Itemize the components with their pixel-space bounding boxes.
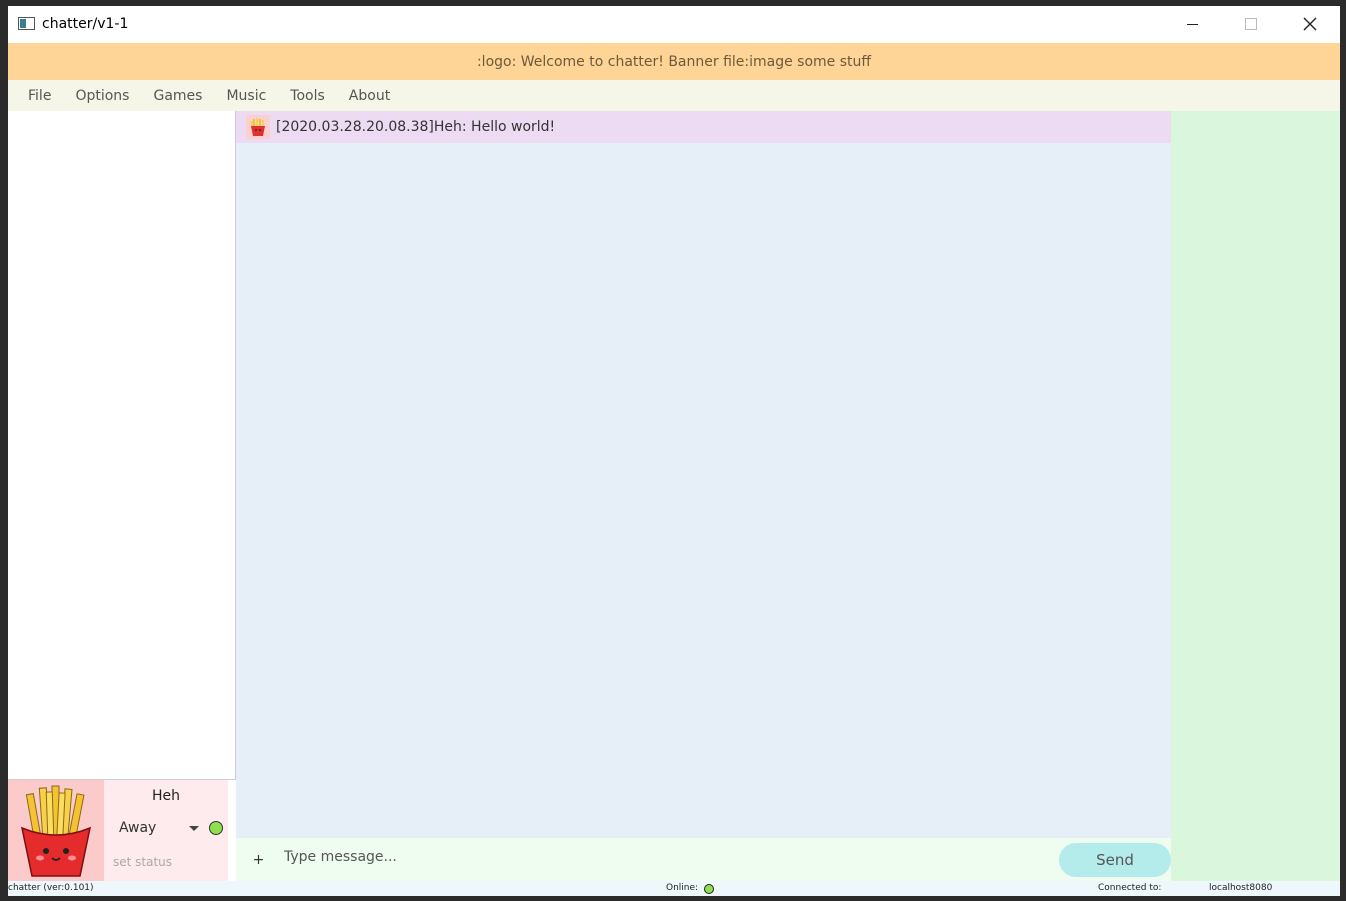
host-label: localhost8080	[1209, 883, 1273, 893]
message-input[interactable]	[284, 842, 1054, 872]
send-button[interactable]: Send	[1059, 843, 1171, 877]
close-button[interactable]	[1280, 6, 1338, 43]
online-label: Online:	[666, 883, 699, 893]
title-bar: chatter/v1-1	[8, 6, 1340, 43]
window-title: chatter/v1-1	[42, 16, 129, 32]
minimize-button[interactable]	[1164, 6, 1222, 43]
message-composer: + Send	[236, 838, 1171, 881]
fries-avatar[interactable]	[8, 780, 104, 881]
set-status-field[interactable]: set status	[113, 855, 172, 869]
status-indicator	[209, 821, 223, 835]
fries-icon	[246, 115, 270, 139]
close-icon	[1303, 17, 1317, 31]
chevron-down-icon[interactable]	[189, 826, 199, 831]
online-indicator	[704, 884, 714, 894]
user-list-panel[interactable]	[1171, 111, 1340, 881]
channel-list[interactable]	[8, 111, 236, 780]
username: Heh	[151, 788, 180, 804]
menu-options[interactable]: Options	[63, 88, 141, 104]
menu-tools[interactable]: Tools	[278, 88, 337, 104]
welcome-banner: :logo: Welcome to chatter! Banner file:i…	[8, 43, 1340, 80]
menu-about[interactable]: About	[337, 88, 402, 104]
status-bar: chatter (ver:0.101) Online: Connected to…	[8, 881, 1340, 896]
menu-music[interactable]: Music	[214, 88, 278, 104]
menu-file[interactable]: File	[16, 88, 63, 104]
app-icon	[18, 17, 35, 30]
status-dropdown[interactable]: Away	[119, 820, 156, 836]
add-attachment-button[interactable]: +	[236, 838, 281, 881]
banner-text: :logo: Welcome to chatter! Banner file:i…	[476, 53, 872, 70]
user-info-panel: Heh Away set status	[104, 780, 228, 881]
message-row: [2020.03.28.20.08.38]Heh: Hello world!	[236, 111, 1171, 143]
maximize-button[interactable]	[1222, 6, 1280, 43]
chat-log[interactable]: [2020.03.28.20.08.38]Heh: Hello world!	[236, 111, 1171, 838]
version-label: chatter (ver:0.101)	[8, 883, 94, 893]
menu-games[interactable]: Games	[141, 88, 214, 104]
menu-bar: File Options Games Music Tools About	[8, 80, 1340, 111]
message-text: [2020.03.28.20.08.38]Heh: Hello world!	[276, 119, 556, 135]
app-window: chatter/v1-1 :logo: Welcome to chatter! …	[8, 6, 1340, 896]
connected-label: Connected to:	[1098, 883, 1162, 893]
